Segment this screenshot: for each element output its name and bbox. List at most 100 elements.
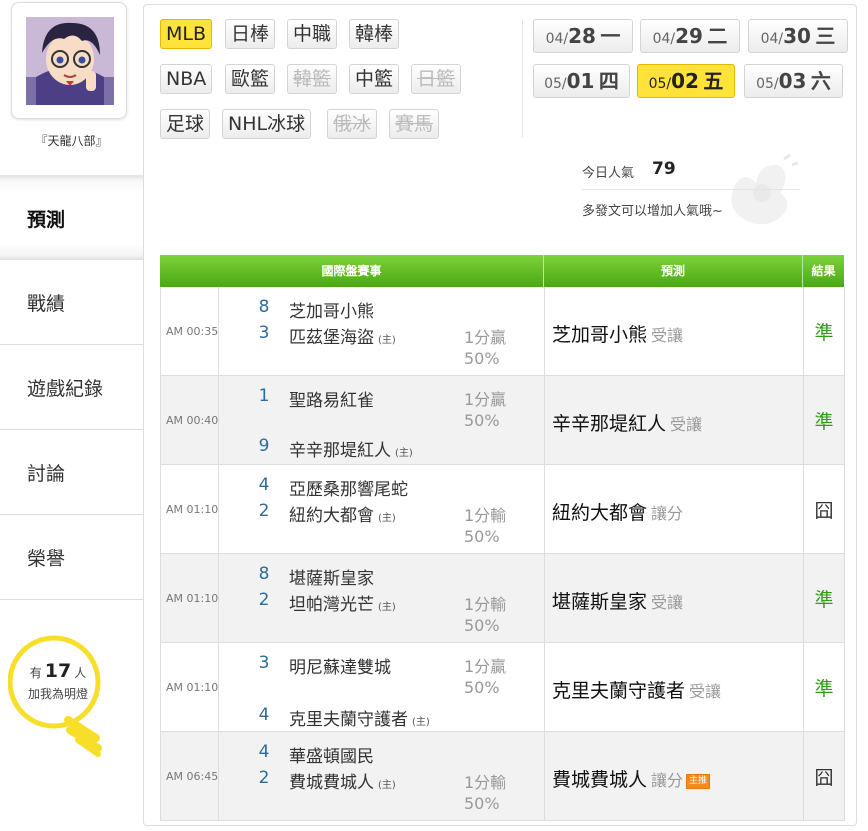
spread-percent: 50% bbox=[464, 349, 500, 368]
header-result: 結果 bbox=[811, 264, 836, 278]
table-row: AM 01:10 8 堪薩斯皇家 2 坦帕灣光芒 (主) 1分輸 50% 堪薩斯皇… bbox=[160, 554, 845, 643]
divider bbox=[544, 643, 545, 732]
away-score: 8 bbox=[258, 297, 270, 317]
date-day: 30 bbox=[783, 24, 811, 48]
date-btn-0428[interactable]: 04/28 一 bbox=[533, 19, 633, 53]
date-weekday: 二 bbox=[707, 24, 728, 48]
divider bbox=[544, 465, 545, 554]
avatar[interactable] bbox=[26, 17, 114, 105]
table-row: AM 00:40 1 聖路易紅雀 9 辛辛那堤紅人 (主) 1分贏 50% 辛辛那… bbox=[160, 376, 845, 465]
fans-bulb[interactable]: 有 17 人 加我為明燈 bbox=[8, 632, 108, 762]
home-team[interactable]: 辛辛那堤紅人 (主) bbox=[289, 436, 413, 461]
table-row: AM 01:10 4 亞歷桑那響尾蛇 2 紐約大都會 (主) 1分輸 50% 紐約… bbox=[160, 465, 845, 554]
result-badge: 準 bbox=[814, 411, 834, 433]
prediction-note: 受讓 bbox=[689, 682, 722, 701]
sport-kbo[interactable]: 韓棒 bbox=[349, 19, 400, 49]
sport-cpbl[interactable]: 中職 bbox=[287, 19, 338, 49]
team-name: 紐約大都會 bbox=[289, 506, 374, 526]
prediction-team: 辛辛那堤紅人 bbox=[552, 413, 667, 435]
result-badge: 囧 bbox=[814, 500, 834, 522]
nav-item-record[interactable]: 戰績 bbox=[0, 260, 143, 345]
away-team[interactable]: 堪薩斯皇家 bbox=[289, 564, 374, 589]
table-row: AM 06:45 4 華盛頓國民 2 費城費城人 (主) 1分輸 50% 費城費城… bbox=[160, 732, 845, 821]
game-time: AM 06:45 bbox=[166, 770, 219, 783]
popularity-value: 79 bbox=[652, 159, 676, 179]
away-team[interactable]: 芝加哥小熊 bbox=[289, 297, 374, 322]
prediction-note: 受讓 bbox=[670, 415, 703, 434]
date-day: 02 bbox=[671, 69, 699, 93]
sport-mlb[interactable]: MLB bbox=[160, 19, 213, 49]
date-prefix: 05/ bbox=[648, 76, 672, 92]
home-team[interactable]: 坦帕灣光芒 (主) bbox=[289, 590, 396, 615]
table-header: 國際盤賽事 預測 結果 bbox=[160, 255, 844, 287]
header-match: 國際盤賽事 bbox=[160, 255, 544, 287]
nav-item-label: 預測 bbox=[27, 208, 66, 231]
home-score: 3 bbox=[258, 323, 270, 343]
nav-item-game-history[interactable]: 遊戲紀錄 bbox=[0, 345, 143, 430]
away-team[interactable]: 亞歷桑那響尾蛇 bbox=[289, 475, 408, 500]
date-weekday: 三 bbox=[815, 24, 836, 48]
date-day: 29 bbox=[675, 24, 703, 48]
spread-percent: 50% bbox=[464, 678, 500, 697]
sport-nba[interactable]: NBA bbox=[160, 64, 213, 94]
sport-jbl: 日籃 bbox=[411, 64, 462, 94]
prediction-note: 讓分 bbox=[651, 504, 684, 523]
result-badge: 準 bbox=[814, 589, 834, 611]
sport-nhl[interactable]: NHL冰球 bbox=[222, 109, 312, 139]
date-weekday: 六 bbox=[810, 69, 831, 93]
username[interactable]: 『天龍八部』 bbox=[0, 132, 143, 149]
team-name: 華盛頓國民 bbox=[289, 747, 374, 767]
home-score: 2 bbox=[258, 590, 270, 610]
fans-count: 有 17 人 bbox=[22, 660, 94, 682]
divider bbox=[544, 376, 545, 465]
away-score: 4 bbox=[258, 742, 270, 762]
home-team[interactable]: 匹茲堡海盜 (主) bbox=[289, 323, 396, 348]
featured-pick-badge: 主推 bbox=[686, 774, 711, 789]
date-prefix: 04/ bbox=[652, 31, 676, 47]
sport-jpb[interactable]: 日棒 bbox=[225, 19, 276, 49]
home-team[interactable]: 克里夫蘭守護者 (主) bbox=[289, 705, 430, 730]
table-row: AM 01:10 3 明尼蘇達雙城 4 克里夫蘭守護者 (主) 1分贏 50% 克… bbox=[160, 643, 845, 732]
sidebar: 『天龍八部』 預測 戰績 遊戲紀錄 討論 榮譽 有 17 人 加我為明燈 bbox=[0, 0, 143, 831]
nav-item-predict[interactable]: 預測 bbox=[0, 175, 143, 260]
sport-euro-basketball[interactable]: 歐籃 bbox=[225, 64, 276, 94]
date-btn-0430[interactable]: 04/30 三 bbox=[748, 19, 848, 53]
away-score: 4 bbox=[258, 475, 270, 495]
date-btn-0502[interactable]: 05/02 五 bbox=[637, 64, 735, 98]
away-score: 1 bbox=[258, 386, 270, 406]
nav-item-discussion[interactable]: 討論 bbox=[0, 430, 143, 515]
divider bbox=[544, 732, 545, 821]
date-btn-0429[interactable]: 04/29 二 bbox=[640, 19, 740, 53]
away-team[interactable]: 聖路易紅雀 bbox=[289, 386, 374, 411]
header-prediction: 預測 bbox=[544, 255, 803, 287]
popularity-label: 今日人氣 bbox=[582, 166, 635, 181]
home-team[interactable]: 費城費城人 (主) bbox=[289, 768, 396, 793]
spread-percent: 50% bbox=[464, 616, 500, 635]
home-team[interactable]: 紐約大都會 (主) bbox=[289, 501, 396, 526]
spread-percent: 50% bbox=[464, 527, 500, 546]
avatar-frame[interactable] bbox=[11, 2, 127, 119]
away-team[interactable]: 華盛頓國民 bbox=[289, 742, 374, 767]
prediction-team: 紐約大都會 bbox=[552, 502, 648, 524]
away-team[interactable]: 明尼蘇達雙城 bbox=[289, 653, 391, 678]
date-btn-0503[interactable]: 05/03 六 bbox=[744, 64, 843, 98]
sport-soccer[interactable]: 足球 bbox=[160, 109, 211, 139]
spread: 1分贏 bbox=[464, 390, 507, 409]
result-badge: 準 bbox=[814, 678, 834, 700]
team-name: 明尼蘇達雙城 bbox=[289, 658, 391, 678]
date-btn-0501[interactable]: 05/01 四 bbox=[533, 64, 630, 98]
prediction-note: 受讓 bbox=[651, 593, 684, 612]
divider bbox=[522, 19, 523, 137]
date-weekday: 五 bbox=[703, 69, 724, 93]
fans-count-number: 17 bbox=[44, 660, 72, 682]
popularity-note: 多發文可以增加人氣哦~ bbox=[582, 204, 723, 219]
home-mark: (主) bbox=[395, 448, 413, 459]
date-prefix: 04/ bbox=[760, 31, 784, 47]
divider bbox=[544, 554, 545, 643]
nav-item-honor[interactable]: 榮譽 bbox=[0, 515, 143, 600]
prediction: 辛辛那堤紅人 受讓 bbox=[552, 409, 702, 436]
away-score: 3 bbox=[258, 653, 270, 673]
sport-cba[interactable]: 中籃 bbox=[349, 64, 400, 94]
home-mark: (主) bbox=[378, 602, 396, 613]
home-score: 2 bbox=[258, 768, 270, 788]
